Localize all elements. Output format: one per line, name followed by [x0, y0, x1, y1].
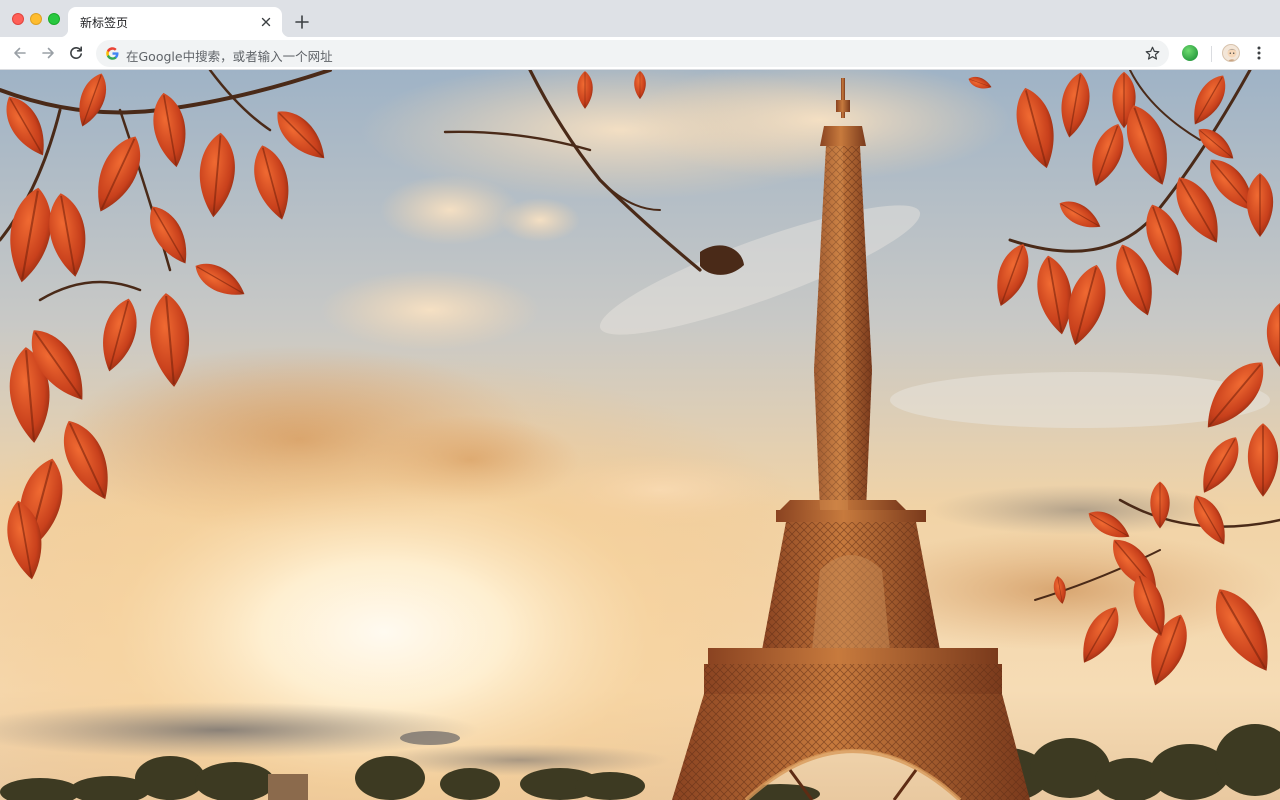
tab-title: 新标签页 — [80, 16, 129, 30]
tab-strip: 新标签页 — [0, 0, 1280, 37]
star-icon[interactable] — [1144, 45, 1161, 62]
reload-icon[interactable] — [67, 44, 85, 62]
wallpaper-eiffel-tower — [0, 70, 1280, 800]
google-g-icon — [105, 46, 120, 61]
close-icon[interactable] — [258, 14, 274, 30]
new-tab-page — [0, 70, 1280, 800]
arrow-left-icon[interactable] — [11, 44, 29, 62]
window-maximize-button[interactable] — [48, 13, 60, 25]
toolbar-divider — [1211, 46, 1212, 62]
kebab-menu-icon[interactable] — [1252, 45, 1266, 61]
window-minimize-button[interactable] — [30, 13, 42, 25]
tab-new-tab-page[interactable]: 新标签页 — [60, 7, 290, 37]
green-extension-icon[interactable] — [1182, 45, 1198, 61]
window-close-button[interactable] — [12, 13, 24, 25]
plus-icon[interactable] — [292, 12, 312, 32]
toolbar: 在Google中搜索，或者输入一个网址 — [0, 37, 1280, 70]
search-input[interactable]: 在Google中搜索，或者输入一个网址 — [126, 46, 333, 65]
address-bar[interactable]: 在Google中搜索，或者输入一个网址 — [96, 40, 1169, 67]
avatar[interactable] — [1222, 44, 1240, 62]
arrow-right-icon[interactable] — [39, 44, 57, 62]
